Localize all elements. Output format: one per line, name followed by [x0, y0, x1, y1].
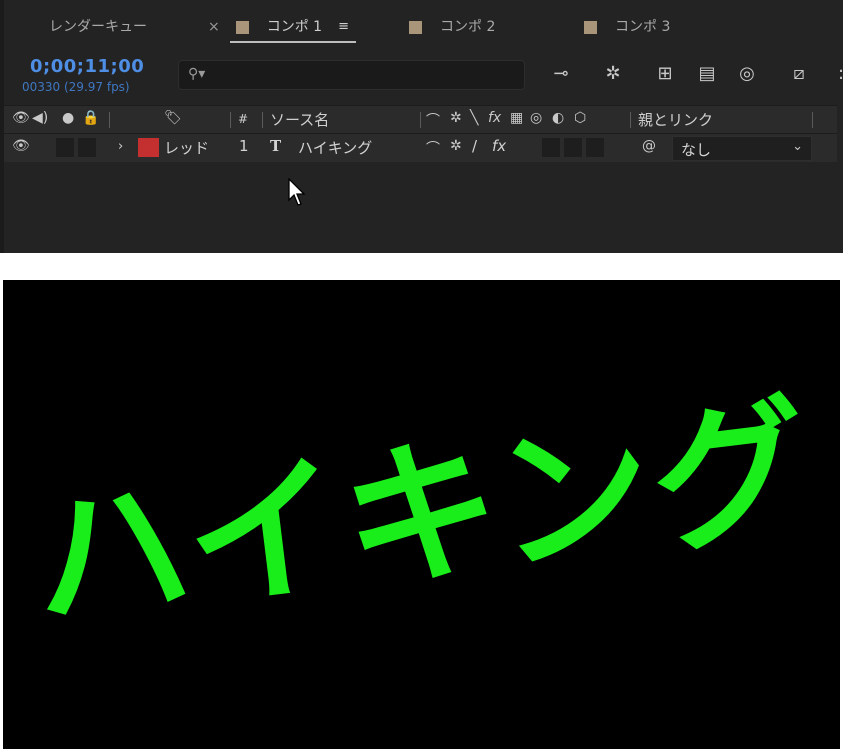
- viewer-text-layer: ハイキング: [22, 377, 821, 653]
- column-divider: [230, 112, 231, 128]
- layer-column-header: 👁 ◀) ● 🔒 🏷 # ソース名 ⌒ ✲ ╲ fx ▦ ◎ ◐ ⬡ 親とリンク: [4, 105, 837, 134]
- chevron-down-icon: ⌄: [792, 139, 803, 154]
- column-divider: [812, 112, 813, 128]
- composition-viewer: ハイキング: [3, 280, 840, 749]
- frame-blending-icon[interactable]: ⊞: [652, 62, 678, 86]
- comp-swatch-icon: [584, 20, 597, 34]
- tab-comp-1[interactable]: × コンポ 1 ≡: [208, 16, 349, 38]
- solo-toggle[interactable]: [78, 138, 96, 157]
- shy-switch-icon[interactable]: ⌒: [426, 138, 440, 158]
- close-icon[interactable]: ×: [208, 17, 220, 37]
- lock-icon[interactable]: 🔒: [82, 110, 99, 126]
- composition-settings-icon[interactable]: ⧄: [786, 62, 812, 86]
- frame-count-readout: 00330 (29.97 fps): [22, 80, 130, 94]
- column-divider: [109, 112, 110, 128]
- effects-icon[interactable]: fx: [488, 110, 501, 126]
- tab-comp-2[interactable]: コンポ 2: [409, 16, 495, 38]
- tab-render-queue[interactable]: レンダーキュー: [49, 16, 147, 38]
- column-divider: [420, 112, 421, 128]
- timeline-panel: レンダーキュー × コンポ 1 ≡ コンポ 2 コンポ 3 0;00;11;00…: [0, 0, 843, 253]
- effects-switch[interactable]: fx: [492, 137, 506, 155]
- layer-list-empty-area[interactable]: [4, 162, 837, 253]
- mouse-cursor-icon: [288, 178, 306, 206]
- text-layer-icon: T: [270, 137, 282, 155]
- label-tag-icon[interactable]: 🏷: [164, 110, 182, 126]
- layer-index: 1: [239, 137, 249, 155]
- separator-gap: [0, 253, 843, 280]
- adjustment-layer-icon[interactable]: ◐: [552, 110, 564, 126]
- column-source-name[interactable]: ソース名: [270, 109, 329, 130]
- column-divider: [630, 112, 631, 128]
- column-divider: [262, 112, 263, 128]
- audio-toggle[interactable]: [56, 138, 74, 157]
- current-time-display[interactable]: 0;00;11;00: [30, 56, 144, 77]
- tab-comp-3[interactable]: コンポ 3: [584, 16, 670, 38]
- label-color-swatch[interactable]: [138, 138, 159, 157]
- eye-icon[interactable]: 👁: [12, 138, 30, 154]
- collapse-switch-icon[interactable]: ✲: [450, 138, 462, 154]
- collapse-icon[interactable]: ✲: [450, 110, 462, 126]
- search-icon: ⚲▾: [188, 66, 206, 82]
- motion-blur-icon[interactable]: ▤: [694, 62, 720, 86]
- column-parent-link[interactable]: 親とリンク: [638, 109, 713, 130]
- comp-swatch-icon: [235, 20, 249, 34]
- eye-icon[interactable]: 👁: [12, 110, 30, 126]
- frame-blend-icon[interactable]: ▦: [510, 110, 523, 126]
- layer-name[interactable]: ハイキング: [298, 137, 372, 158]
- 3d-layer-icon[interactable]: ⬡: [574, 110, 586, 126]
- layer-label-name: レッド: [164, 139, 210, 157]
- search-input[interactable]: [213, 65, 517, 85]
- active-tab-indicator: [230, 41, 356, 43]
- column-index: #: [238, 112, 249, 126]
- tab-menu-icon[interactable]: ≡: [338, 17, 349, 37]
- draft-3d-icon[interactable]: ⊸: [548, 62, 574, 86]
- parent-select[interactable]: なし ⌄: [672, 136, 812, 161]
- solo-icon[interactable]: ●: [62, 110, 74, 126]
- frame-blend-switch[interactable]: [542, 138, 560, 157]
- audio-icon[interactable]: ◀): [32, 110, 48, 126]
- tab-label: コンポ 2: [440, 19, 496, 35]
- motion-blur-column-icon[interactable]: ◎: [530, 110, 542, 126]
- parent-select-value: なし: [681, 141, 712, 159]
- graph-editor-icon[interactable]: ◎: [734, 62, 760, 86]
- tab-label: コンポ 1: [266, 19, 323, 35]
- expand-chevron-icon[interactable]: ›: [118, 139, 123, 154]
- tab-bar: レンダーキュー × コンポ 1 ≡ コンポ 2 コンポ 3: [4, 0, 843, 52]
- shy-layers-icon[interactable]: ✲: [600, 62, 626, 86]
- motion-blur-switch[interactable]: [564, 138, 582, 157]
- more-tools-icon[interactable]: :: [828, 62, 843, 86]
- pick-whip-icon[interactable]: @: [642, 138, 656, 154]
- layer-search-box[interactable]: ⚲▾: [178, 60, 525, 90]
- shy-icon[interactable]: ⌒: [426, 110, 440, 130]
- tab-label: レンダーキュー: [49, 19, 147, 35]
- layer-row[interactable]: 👁 › レッド 1 T ハイキング ⌒ ✲ / fx @ なし ⌄: [4, 134, 837, 162]
- quality-switch-icon[interactable]: /: [472, 137, 477, 155]
- comp-swatch-icon: [409, 20, 422, 34]
- tab-label: コンポ 3: [615, 19, 671, 35]
- 3d-switch[interactable]: [586, 138, 604, 157]
- quality-icon[interactable]: ╲: [470, 110, 478, 126]
